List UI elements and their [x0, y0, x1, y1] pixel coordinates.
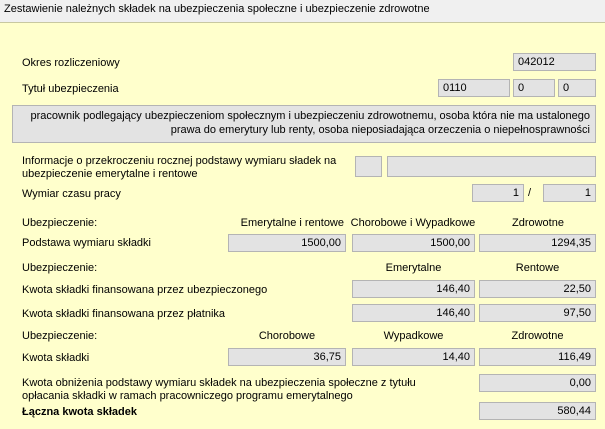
window-title: Zestawienie należnych składek na ubezpie…	[4, 3, 430, 15]
base-amount-label: Podstawa wymiaru składki	[22, 237, 151, 249]
section2-col-rentowe: Rentowe	[515, 262, 560, 274]
insured-rentowe-field[interactable]: 22,50	[479, 280, 596, 298]
threshold-flag-field[interactable]	[355, 156, 382, 177]
insured-contribution-label: Kwota składki finansowana przez ubezpiec…	[22, 284, 268, 296]
payer-emerytalne-field[interactable]: 146,40	[352, 304, 475, 322]
section1-col-emerytalne-rentowe: Emerytalne i rentowe	[240, 217, 344, 229]
reduction-label-2: opłacania składki w ramach pracowniczego…	[22, 390, 353, 402]
section2-label: Ubezpieczenie:	[22, 262, 98, 274]
insurance-code-part2-field[interactable]: 0	[513, 79, 555, 97]
insurance-description: pracownik podlegający ubezpieczeniom spo…	[12, 105, 596, 143]
wypadkowe-amount-field[interactable]: 14,40	[352, 348, 475, 366]
period-field[interactable]: 042012	[513, 53, 596, 71]
section3-col-wypadkowe: Wypadkowe	[383, 330, 444, 342]
reduction-amount-field[interactable]: 0,00	[479, 374, 596, 392]
base-zdrowotne-field[interactable]: 1294,35	[479, 234, 596, 252]
section3-label: Ubezpieczenie:	[22, 330, 98, 342]
threshold-date-field[interactable]	[387, 156, 596, 177]
payer-contribution-label: Kwota składki finansowana przez płatnika	[22, 308, 226, 320]
reduction-label-1: Kwota obniżenia podstawy wymiaru składek…	[22, 377, 416, 389]
section1-label: Ubezpieczenie:	[22, 217, 98, 229]
contribution-amount-label: Kwota składki	[22, 352, 90, 364]
base-emerytalne-rentowe-field[interactable]: 1500,00	[228, 234, 346, 252]
section3-col-zdrowotne: Zdrowotne	[511, 330, 564, 342]
section2-col-emerytalne: Emerytalne	[385, 262, 442, 274]
chorobowe-amount-field[interactable]: 36,75	[228, 348, 346, 366]
insurance-title-label: Tytuł ubezpieczenia	[22, 83, 119, 95]
threshold-info-label-2: ubezpieczenie emerytalne i rentowe	[22, 168, 198, 180]
insured-emerytalne-field[interactable]: 146,40	[352, 280, 475, 298]
insurance-code-field[interactable]: 0110	[438, 79, 510, 97]
working-time-label: Wymiar czasu pracy	[22, 188, 121, 200]
section3-col-chorobowe: Chorobowe	[258, 330, 316, 342]
period-label: Okres rozliczeniowy	[22, 57, 120, 69]
threshold-info-label-1: Informacje o przekroczeniu rocznej podst…	[22, 155, 337, 167]
base-chorobowe-wypadkowe-field[interactable]: 1500,00	[352, 234, 475, 252]
section1-col-zdrowotne: Zdrowotne	[512, 217, 564, 229]
section1-col-chorobowe-wypadkowe: Chorobowe i Wypadkowe	[350, 217, 476, 229]
working-time-denominator[interactable]: 1	[543, 184, 596, 202]
working-time-numerator[interactable]: 1	[472, 184, 524, 202]
insurance-code-part3-field[interactable]: 0	[558, 79, 596, 97]
zdrowotne-amount-field[interactable]: 116,49	[479, 348, 596, 366]
total-amount-field[interactable]: 580,44	[479, 402, 596, 420]
payer-rentowe-field[interactable]: 97,50	[479, 304, 596, 322]
working-time-separator: /	[528, 187, 532, 199]
total-label: Łączna kwota składek	[22, 406, 137, 418]
